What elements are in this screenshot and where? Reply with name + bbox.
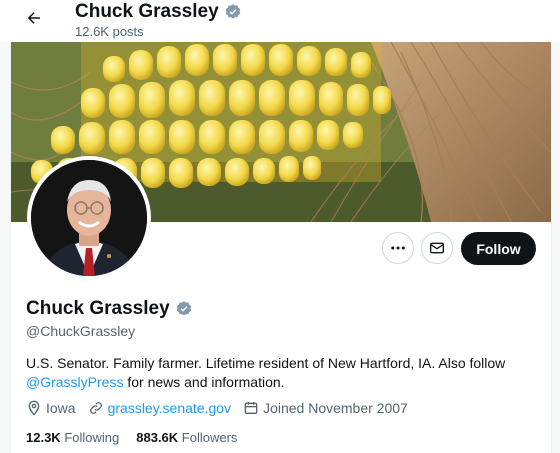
bio-text-suffix: for news and information. [123,374,285,390]
post-count: 12.6K posts [75,24,144,39]
header-title: Chuck Grassley [75,1,219,22]
profile-header: Chuck Grassley 12.6K posts [0,0,560,42]
profile-name: Chuck Grassley [26,298,170,319]
location-text: Iowa [46,400,76,416]
followers-count: 883.6K [136,430,179,445]
website-item: grassley.senate.gov [88,400,231,416]
profile-name-wrap: Chuck Grassley [26,298,193,320]
avatar-photo [31,160,147,276]
profile-bio: U.S. Senator. Family farmer. Lifetime re… [26,354,526,392]
verified-badge-icon [225,4,240,19]
follow-button[interactable]: Follow [461,232,536,265]
joined-text: Joined November 2007 [263,400,408,416]
avatar[interactable] [27,156,151,280]
profile-meta: Iowa grassley.senate.gov Joined November… [26,400,420,416]
link-icon [89,402,102,414]
bio-text: U.S. Senator. Family farmer. Lifetime re… [26,355,506,371]
bio-mention-link[interactable]: @GrasslyPress [26,374,123,390]
profile-page: Follow Chuck Grassley @ChuckGrassley U.S… [10,42,552,453]
following-link[interactable]: 12.3K Following [26,430,119,445]
calendar-icon [244,402,258,414]
back-button[interactable] [22,6,46,30]
following-label: Following [64,430,120,445]
more-icon [391,246,405,250]
followers-label: Followers [181,430,238,445]
website-link[interactable]: grassley.senate.gov [108,400,231,416]
followers-link[interactable]: 883.6K Followers [136,430,237,445]
verified-badge-icon[interactable] [175,300,193,318]
joined-item: Joined November 2007 [243,400,408,416]
location-item: Iowa [26,400,76,416]
following-count: 12.3K [26,430,61,445]
profile-handle: @ChuckGrassley [26,323,136,339]
arrow-left-icon [27,12,40,24]
header-title-wrap: Chuck Grassley [75,1,242,23]
avatar-image [31,160,147,276]
envelope-icon [430,242,444,254]
follow-counts: 12.3K Following 883.6K Followers [26,430,254,445]
location-pin-icon [28,400,40,416]
message-button[interactable] [421,232,453,264]
more-button[interactable] [382,232,414,264]
